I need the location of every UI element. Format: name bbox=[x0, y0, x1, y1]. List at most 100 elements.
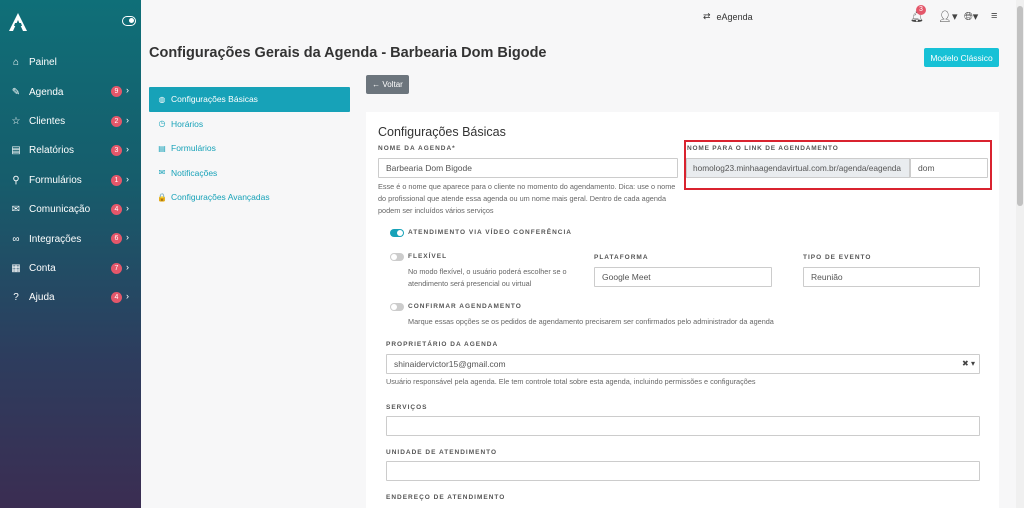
unit-label: UNIDADE DE ATENDIMENTO bbox=[386, 449, 498, 456]
menu-icon[interactable]: ≡ bbox=[991, 10, 997, 22]
address-label: ENDEREÇO DE ATENDIMENTO bbox=[386, 494, 506, 501]
card-title: Configurações Básicas bbox=[378, 125, 506, 139]
sidebar-item-label: Formulários bbox=[29, 174, 82, 186]
confirm-booking-toggle[interactable] bbox=[390, 303, 404, 311]
flexible-toggle[interactable] bbox=[390, 253, 404, 261]
clear-and-chevron-icon[interactable]: ✖ ▾ bbox=[962, 355, 975, 373]
link-icon: ∞ bbox=[12, 233, 20, 245]
link-prefix: homolog23.minhaagendavirtual.com.br/agen… bbox=[686, 158, 910, 178]
settings-nav-hours[interactable]: ◷ Horários bbox=[149, 112, 350, 137]
unit-input[interactable] bbox=[386, 461, 980, 481]
notification-badge: 3 bbox=[916, 5, 926, 15]
owner-help: Usuário responsável pela agenda. Ele tem… bbox=[386, 377, 756, 386]
settings-nav-notifications[interactable]: ✉ Notificações bbox=[149, 161, 350, 186]
edit-icon: ✎ bbox=[11, 86, 21, 98]
count-badge: 9 bbox=[111, 86, 122, 98]
chevron-right-icon: › bbox=[126, 173, 129, 184]
link-label: NOME PARA O LINK DE AGENDAMENTO bbox=[687, 145, 839, 152]
scrollbar-thumb[interactable] bbox=[1017, 6, 1023, 206]
page-scrollbar[interactable] bbox=[1016, 0, 1024, 508]
settings-nav-label: Configurações Avançadas bbox=[171, 192, 270, 203]
count-badge: 1 bbox=[111, 174, 122, 186]
user-icon[interactable]: 👤︎▾ bbox=[938, 10, 958, 23]
count-badge: 6 bbox=[111, 233, 122, 245]
globe-icon[interactable]: 🌐︎▾ bbox=[964, 10, 978, 24]
settings-nav-label: Notificações bbox=[171, 167, 218, 178]
video-conference-toggle[interactable] bbox=[390, 229, 404, 237]
classic-model-button[interactable]: Modelo Clássico bbox=[924, 48, 999, 67]
chevron-right-icon: › bbox=[126, 291, 129, 302]
flexible-help: No modo flexível, o usuário poderá escol… bbox=[408, 267, 567, 288]
agenda-name-input[interactable]: Barbearia Dom Bigode bbox=[378, 158, 678, 178]
settings-nav-advanced[interactable]: 🔒 Configurações Avançadas bbox=[149, 185, 350, 210]
sidebar-nav: ⌂ Painel ✎ Agenda 9 › ☆ Clientes 2 › ▤ Relatório… bbox=[0, 48, 141, 313]
count-badge: 4 bbox=[111, 203, 122, 215]
eagenda-label: eAgenda bbox=[716, 11, 753, 22]
sidebar-item-label: Conta bbox=[29, 262, 56, 274]
page-title: Configurações Gerais da Agenda - Barbear… bbox=[149, 45, 547, 61]
link-slug-input[interactable]: dom bbox=[910, 158, 988, 178]
settings-nav-forms[interactable]: ▤ Formulários bbox=[149, 136, 350, 161]
platform-input[interactable]: Google Meet bbox=[594, 267, 772, 287]
sidebar: ⌂ Painel ✎ Agenda 9 › ☆ Clientes 2 › ▤ Relatório… bbox=[0, 0, 141, 508]
home-icon: ⌂ bbox=[12, 57, 20, 69]
help-icon: ? bbox=[13, 292, 19, 304]
sidebar-item-label: Comunicação bbox=[29, 204, 91, 216]
settings-nav-label: Configurações Básicas bbox=[171, 94, 258, 105]
sidebar-toggle-icon[interactable] bbox=[122, 16, 136, 26]
event-type-label: TIPO DE EVENTO bbox=[803, 254, 872, 261]
chevron-right-icon: › bbox=[126, 85, 129, 96]
sidebar-item-formularios[interactable]: ⚲ Formulários 1 › bbox=[0, 166, 141, 195]
settings-nav-label: Formulários bbox=[171, 143, 216, 154]
sidebar-item-label: Agenda bbox=[29, 86, 64, 98]
sidebar-item-ajuda[interactable]: ? Ajuda 4 › bbox=[0, 283, 141, 312]
sidebar-item-integracoes[interactable]: ∞ Integrações 6 › bbox=[0, 224, 141, 253]
building-icon: ▦ bbox=[11, 262, 21, 274]
flexible-label: FLEXÍVEL bbox=[408, 253, 448, 260]
search-icon: ⚲ bbox=[12, 174, 20, 186]
sidebar-item-painel[interactable]: ⌂ Painel bbox=[0, 48, 141, 77]
sidebar-item-label: Ajuda bbox=[29, 292, 55, 304]
mail-icon: ✉ bbox=[158, 168, 166, 178]
owner-value: shinaidervictor15@gmail.com bbox=[394, 359, 506, 369]
sidebar-item-clientes[interactable]: ☆ Clientes 2 › bbox=[0, 107, 141, 136]
confirm-booking-label: CONFIRMAR AGENDAMENTO bbox=[408, 303, 522, 310]
chevron-right-icon: › bbox=[126, 261, 129, 272]
eagenda-switch[interactable]: ⇄ eAgenda bbox=[703, 11, 753, 22]
book-icon: ▤ bbox=[11, 145, 21, 157]
sidebar-item-agenda[interactable]: ✎ Agenda 9 › bbox=[0, 77, 141, 106]
count-badge: 3 bbox=[111, 145, 122, 157]
app-logo-icon[interactable] bbox=[8, 12, 28, 32]
event-type-input[interactable]: Reunião bbox=[803, 267, 980, 287]
form-icon: ▤ bbox=[158, 143, 166, 153]
count-badge: 4 bbox=[111, 292, 122, 304]
sidebar-item-conta[interactable]: ▦ Conta 7 › bbox=[0, 254, 141, 283]
clock-icon: ◷ bbox=[158, 119, 166, 129]
confirm-booking-help: Marque essas opções se os pedidos de age… bbox=[408, 317, 774, 326]
star-icon: ☆ bbox=[11, 115, 21, 127]
count-badge: 7 bbox=[111, 262, 122, 274]
settings-nav-basic[interactable]: ◍ Configurações Básicas bbox=[149, 87, 350, 112]
sidebar-item-relatorios[interactable]: ▤ Relatórios 3 › bbox=[0, 136, 141, 165]
owner-select[interactable]: shinaidervictor15@gmail.com ✖ ▾ bbox=[386, 354, 980, 374]
video-conference-label: ATENDIMENTO VIA VÍDEO CONFERÊNCIA bbox=[408, 229, 572, 236]
settings-nav-label: Horários bbox=[171, 118, 204, 129]
lock-icon: 🔒 bbox=[157, 192, 167, 202]
back-button[interactable]: ← Voltar bbox=[366, 75, 409, 94]
chevron-right-icon: › bbox=[126, 144, 129, 155]
services-input[interactable] bbox=[386, 416, 980, 436]
services-label: SERVIÇOS bbox=[386, 404, 428, 411]
sidebar-item-label: Painel bbox=[29, 57, 57, 69]
count-badge: 2 bbox=[111, 115, 122, 127]
sidebar-item-label: Integrações bbox=[29, 233, 82, 245]
chevron-right-icon: › bbox=[126, 202, 129, 213]
sidebar-item-comunicacao[interactable]: ✉ Comunicação 4 › bbox=[0, 195, 141, 224]
globe-icon: ◍ bbox=[158, 94, 166, 104]
sidebar-item-label: Relatórios bbox=[29, 145, 75, 157]
settings-nav: ◍ Configurações Básicas ◷ Horários ▤ Formul… bbox=[149, 87, 350, 210]
swap-icon: ⇄ bbox=[703, 11, 711, 21]
platform-label: PLATAFORMA bbox=[594, 254, 649, 261]
agenda-name-help: Esse é o nome que aparece para o cliente… bbox=[378, 182, 676, 215]
sidebar-item-label: Clientes bbox=[29, 115, 66, 127]
mail-icon: ✉ bbox=[11, 204, 21, 216]
